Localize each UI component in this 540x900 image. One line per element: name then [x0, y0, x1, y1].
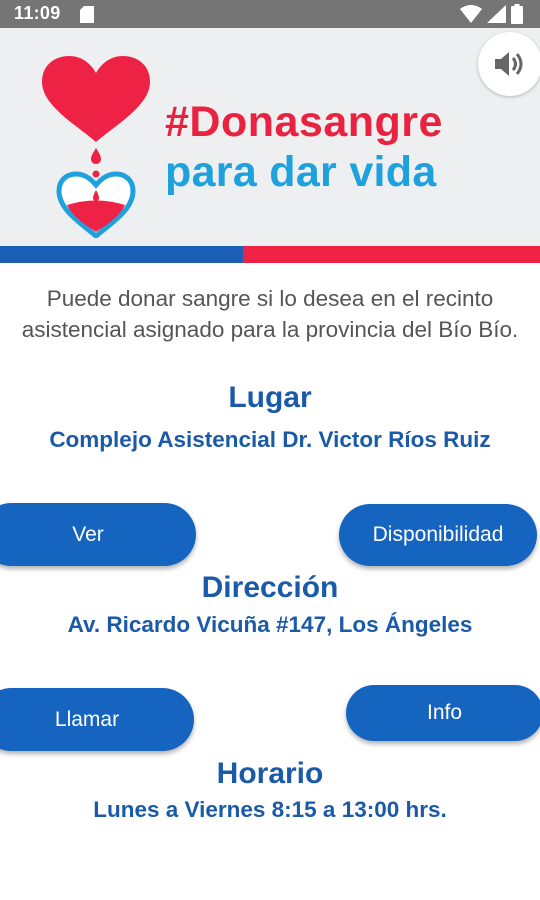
direccion-value: Av. Ricardo Vicuña #147, Los Ángeles — [67, 612, 473, 637]
flag-stripe-blue — [0, 246, 243, 263]
flag-stripe-red — [243, 246, 540, 263]
ver-button[interactable]: Ver — [0, 503, 196, 566]
status-time: 11:09 — [14, 3, 61, 23]
status-bar: 11:09 — [0, 0, 540, 28]
sound-button[interactable] — [478, 32, 540, 96]
banner-headline: #Donasangre — [165, 98, 443, 146]
donasangre-banner: #Donasangre para dar vida — [0, 28, 540, 246]
horario-value: Lunes a Viernes 8:15 a 13:00 hrs. — [93, 797, 447, 822]
lugar-value: Complejo Asistencial Dr. Victor Ríos Rui… — [49, 427, 491, 452]
disponibilidad-button[interactable]: Disponibilidad — [339, 504, 537, 566]
volume-icon — [495, 52, 523, 76]
signal-icon — [487, 5, 506, 23]
horario-title: Horario — [216, 757, 324, 790]
direccion-title: Dirección — [201, 571, 339, 604]
heart-blood-drop-icon — [42, 56, 150, 238]
lugar-title: Lugar — [228, 381, 312, 414]
sd-card-icon — [80, 6, 94, 23]
banner-tagline: para dar vida — [165, 148, 437, 196]
wifi-icon — [460, 5, 482, 23]
llamar-button[interactable]: Llamar — [0, 688, 194, 751]
info-button[interactable]: Info — [346, 685, 540, 741]
intro-text: Puede donar sangre si lo desea en el rec… — [21, 286, 519, 342]
battery-icon — [511, 4, 523, 24]
